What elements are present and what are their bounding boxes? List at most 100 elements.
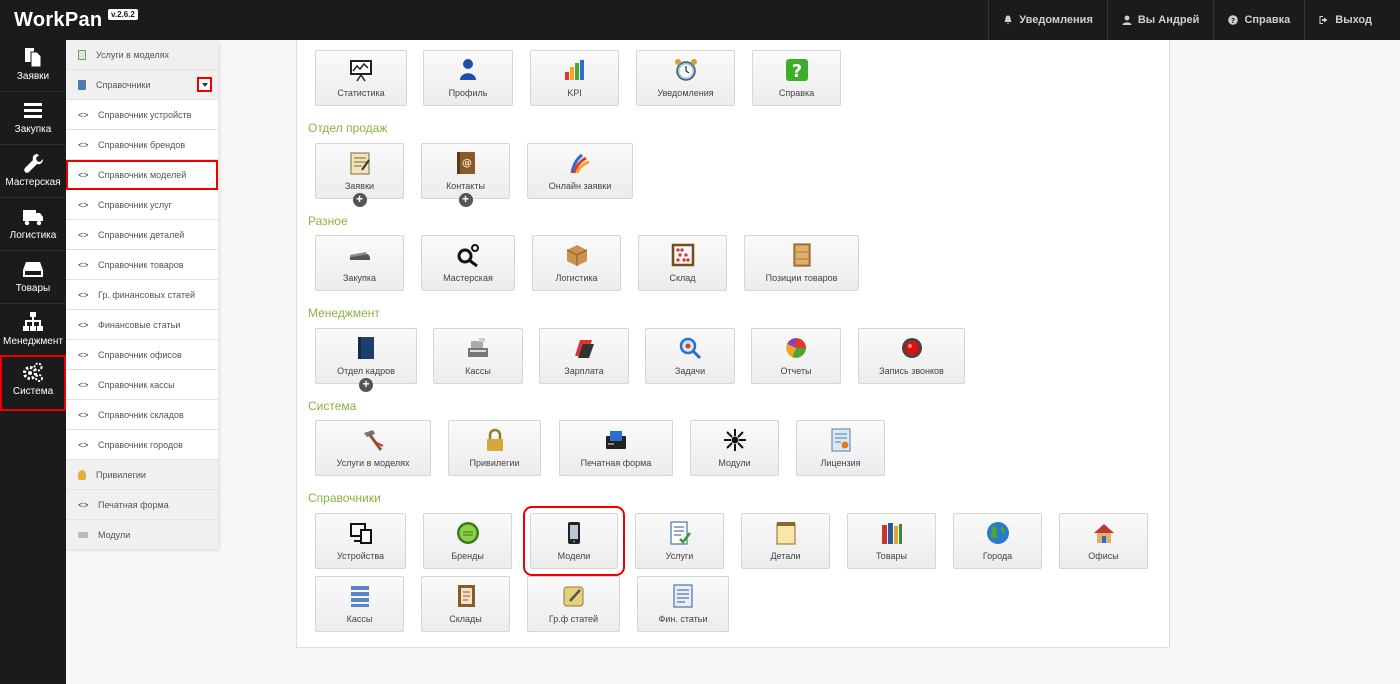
tile-devices[interactable]: Устройства (315, 513, 406, 569)
code-icon: <> (78, 319, 89, 330)
tile-notifications[interactable]: Уведомления (636, 50, 735, 106)
tile-label: Услуги в моделях (336, 458, 410, 468)
add-request-button[interactable]: + (352, 193, 367, 207)
tile-license[interactable]: Лицензия (796, 420, 885, 476)
tile-reports[interactable]: Отчеты (751, 328, 841, 384)
submenu-item-brands[interactable]: <> Справочник брендов (66, 130, 218, 160)
submenu-item-directories[interactable]: Справочники (66, 70, 218, 100)
presentation-icon (350, 60, 372, 82)
submenu-item-modules[interactable]: Модули (66, 520, 218, 550)
tile-brands[interactable]: Бренды (423, 513, 512, 569)
tile-cities[interactable]: Города (953, 513, 1042, 569)
submenu-item-models[interactable]: <> Справочник моделей (66, 160, 218, 190)
tile-label: Справка (778, 88, 815, 98)
nav-system[interactable]: Система (0, 355, 66, 411)
tile-label: Модули (718, 458, 751, 468)
tile-online-requests[interactable]: Онлайн заявки (527, 143, 633, 199)
card-reader-icon (606, 431, 626, 449)
nav-requests[interactable]: Заявки (0, 40, 66, 92)
lock-icon (486, 428, 503, 451)
tile-parts[interactable]: Детали (741, 513, 830, 569)
tile-goods-positions[interactable]: Позиции товаров (744, 235, 859, 291)
tile-goods[interactable]: Товары (847, 513, 936, 569)
add-employee-button[interactable]: + (359, 378, 373, 392)
help-icon: ? (785, 59, 808, 82)
logout-icon (1319, 16, 1328, 24)
tile-purchase[interactable]: Закупка (315, 235, 404, 291)
tools-icon (457, 244, 479, 267)
submenu-item-warehouses[interactable]: <> Справочник складов (66, 400, 218, 430)
tile-help[interactable]: ? Справка (752, 50, 841, 106)
submenu-item-print-form[interactable]: <> Печатная форма (66, 490, 218, 520)
svg-text:?: ? (1231, 17, 1235, 25)
submenu-item-goods[interactable]: <> Справочник товаров (66, 250, 218, 280)
nav-purchase[interactable]: Закупка (0, 93, 66, 145)
house-icon (1093, 524, 1114, 543)
tile-hr[interactable]: Отдел кадров + (315, 328, 417, 392)
app-logo[interactable]: WorkPan (14, 9, 102, 32)
submenu-item-privileges[interactable]: Привилегии (66, 460, 218, 490)
submenu-item-devices[interactable]: <> Справочник устройств (66, 100, 218, 130)
ledger-icon (457, 585, 475, 607)
tile-services[interactable]: Услуги (635, 513, 724, 569)
nav-management[interactable]: Менеджмент (0, 305, 66, 357)
tile-salary[interactable]: Зарплата (539, 328, 629, 384)
submenu-label: Справочник офисов (98, 349, 182, 360)
tile-privileges[interactable]: Привилегии (448, 420, 541, 476)
submenu-item-services-in-models[interactable]: Услуги в моделях (66, 40, 218, 70)
user-link[interactable]: Вы Андрей (1106, 0, 1214, 40)
tile-cash[interactable]: Кассы (315, 576, 404, 632)
submenu-label: Услуги в моделях (96, 49, 170, 60)
help-link[interactable]: ? Справка (1213, 0, 1304, 40)
notepad-yellow-icon (776, 522, 795, 545)
tile-tasks[interactable]: Задачи (645, 328, 735, 384)
tile-label: Устройства (336, 551, 385, 561)
abacus-icon (671, 243, 694, 267)
tile-offices[interactable]: Офисы (1059, 513, 1148, 569)
tile-models[interactable]: Модели (523, 506, 625, 576)
alarm-clock-icon (674, 59, 697, 81)
truck-icon (23, 210, 43, 226)
nav-logistics[interactable]: Логистика (0, 199, 66, 251)
tile-label: Бренды (451, 551, 484, 561)
tile-services-in-models[interactable]: Услуги в моделях (315, 420, 431, 476)
notifications-link[interactable]: Уведомления (988, 0, 1107, 40)
tile-modules[interactable]: Модули (690, 420, 779, 476)
tile-finance-groups[interactable]: Гр.ф статей (527, 576, 620, 632)
tile-requests[interactable]: Заявки + (315, 143, 404, 207)
submenu-item-services[interactable]: <> Справочник услуг (66, 190, 218, 220)
tile-profile[interactable]: Профиль (423, 50, 513, 106)
cabinet-icon (793, 243, 810, 267)
submenu-item-parts[interactable]: <> Справочник деталей (66, 220, 218, 250)
submenu-item-finance-items[interactable]: <> Финансовые статьи (66, 310, 218, 340)
question-icon: ? (1228, 15, 1239, 25)
tile-cash-registers[interactable]: Кассы (433, 328, 523, 384)
chevron-down-icon[interactable] (197, 77, 212, 92)
nav-workshop-label: Мастерская (5, 177, 61, 188)
submenu-item-offices[interactable]: <> Справочник офисов (66, 340, 218, 370)
submenu-label: Справочник деталей (98, 229, 185, 240)
logout-link[interactable]: Выход (1304, 0, 1400, 40)
submenu-item-finance-groups[interactable]: <> Гр. финансовых статей (66, 280, 218, 310)
tile-kpi[interactable]: KPI (530, 50, 619, 106)
list-icon (24, 103, 42, 118)
tile-statistics[interactable]: Статистика (315, 50, 407, 106)
tile-warehouses[interactable]: Склады (421, 576, 510, 632)
tile-contacts[interactable]: @ Контакты + (421, 143, 510, 207)
tile-logistics[interactable]: Логистика (532, 235, 621, 291)
tile-warehouse[interactable]: Склад (638, 235, 727, 291)
tile-call-recording[interactable]: Запись звонков (858, 328, 965, 384)
dashboard-panel: Статистика Профиль KPI Уведомления ? Спр… (296, 40, 1170, 648)
tile-label: Офисы (1088, 551, 1119, 561)
keyboard-icon (78, 531, 88, 538)
tile-print-form[interactable]: Печатная форма (559, 420, 673, 476)
submenu-item-cash[interactable]: <> Справочник кассы (66, 370, 218, 400)
submenu-item-cities[interactable]: <> Справочник городов (66, 430, 218, 460)
nav-workshop[interactable]: Мастерская (0, 146, 66, 198)
tile-workshop[interactable]: Мастерская (421, 235, 515, 291)
cash-register-icon (468, 338, 488, 357)
nav-goods[interactable]: Товары (0, 252, 66, 304)
add-contact-button[interactable]: + (458, 193, 473, 207)
tile-label: Профиль (448, 88, 488, 98)
tile-finance-items[interactable]: Фин. статьи (637, 576, 729, 632)
